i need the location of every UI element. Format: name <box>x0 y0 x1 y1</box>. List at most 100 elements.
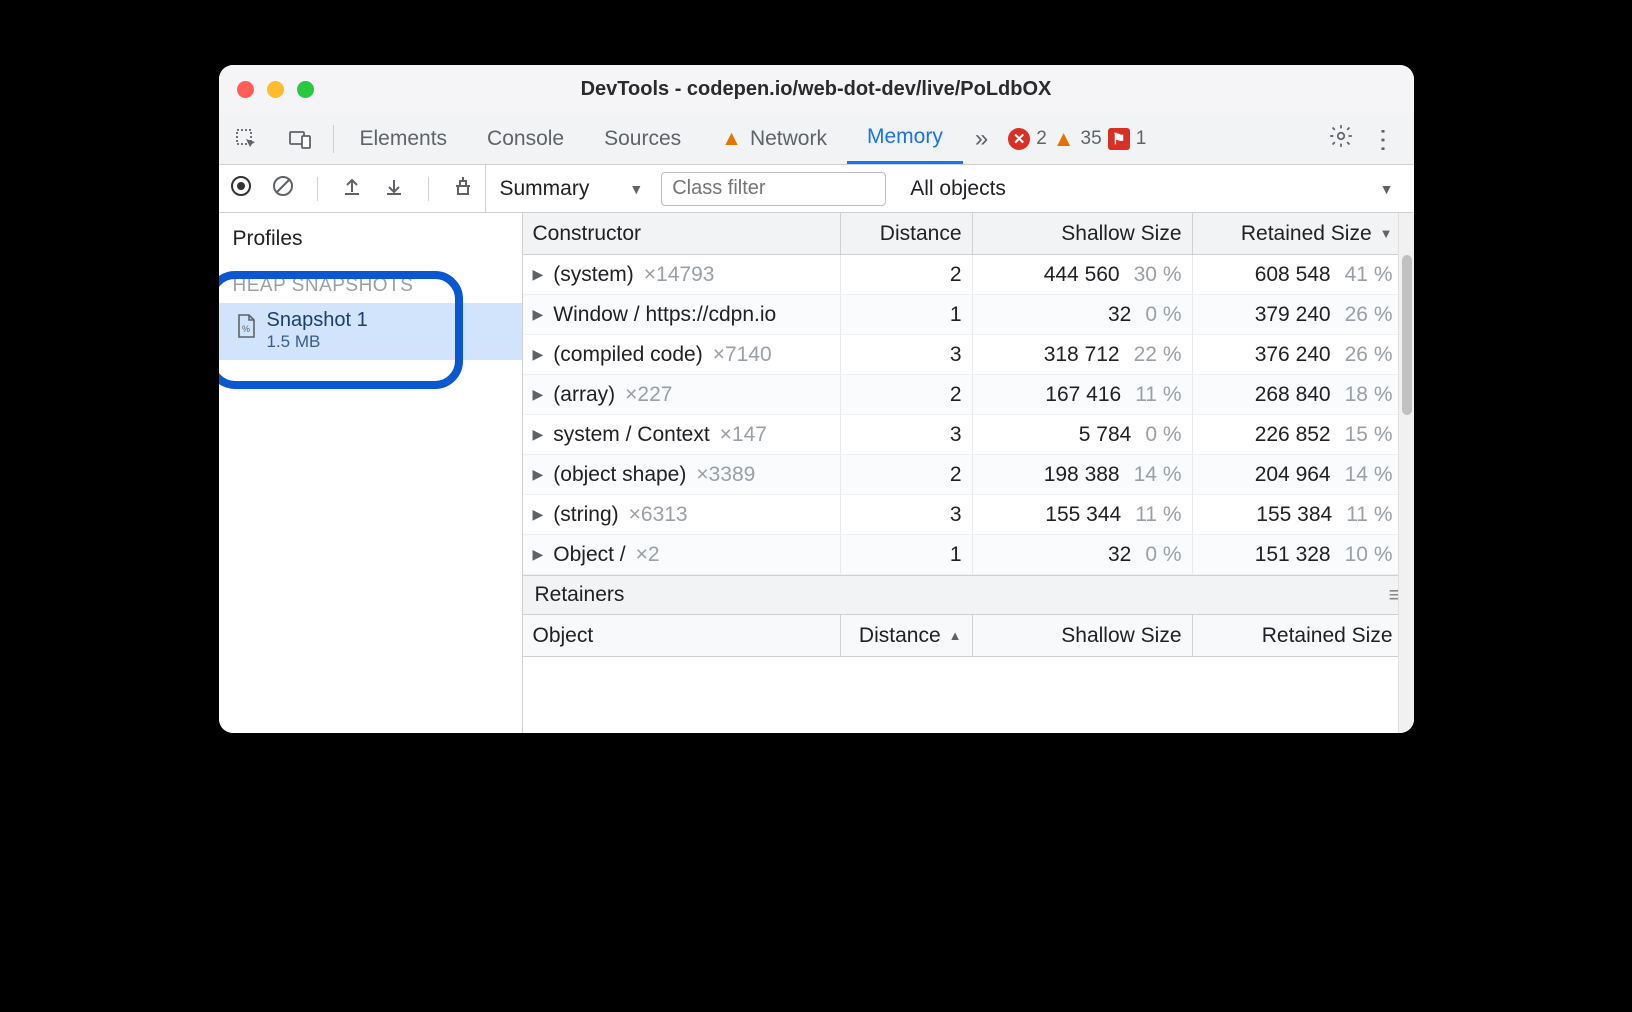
cell-retained: 155 38411 % <box>1193 495 1403 534</box>
more-tabs-button[interactable]: » <box>963 125 1000 153</box>
snapshot-file-icon: % <box>235 313 257 339</box>
table-row[interactable]: ▶(string) ×63133155 34411 %155 38411 % <box>523 495 1414 535</box>
scrollbar[interactable] <box>1398 213 1414 733</box>
snapshot-size: 1.5 MB <box>267 332 508 352</box>
disclosure-triangle-icon[interactable]: ▶ <box>533 266 544 283</box>
error-badge-icon[interactable]: ✕ <box>1008 128 1030 150</box>
constructor-name: (string) <box>553 503 618 527</box>
table-row[interactable]: ▶Object / ×21320 %151 32810 % <box>523 535 1414 575</box>
cell-distance: 1 <box>841 535 973 574</box>
col-retained-size[interactable]: Retained Size <box>1193 615 1403 656</box>
col-object[interactable]: Object <box>523 615 841 656</box>
cell-retained: 204 96414 % <box>1193 455 1403 494</box>
constructor-name: Object / <box>553 543 625 567</box>
dropdown-label: Summary <box>500 177 590 201</box>
inspect-element-icon[interactable] <box>219 113 273 164</box>
cell-shallow: 155 34411 % <box>973 495 1193 534</box>
tab-label: Sources <box>604 127 681 151</box>
warning-triangle-icon: ▲ <box>721 127 742 151</box>
disclosure-triangle-icon[interactable]: ▶ <box>533 466 544 483</box>
tab-memory[interactable]: Memory <box>847 113 963 164</box>
tab-network[interactable]: ▲ Network <box>701 113 847 164</box>
tab-console[interactable]: Console <box>467 113 584 164</box>
constructor-count: ×14793 <box>644 263 715 287</box>
disclosure-triangle-icon[interactable]: ▶ <box>533 386 544 403</box>
constructor-name: (system) <box>553 263 634 287</box>
status-badges: ✕ 2 ▲ 35 ⚑ 1 <box>1000 126 1154 152</box>
disclosure-triangle-icon[interactable]: ▶ <box>533 506 544 523</box>
retainers-label: Retainers <box>535 583 625 607</box>
minimize-window-button[interactable] <box>267 81 284 98</box>
col-constructor[interactable]: Constructor <box>523 213 841 254</box>
memory-body: Profiles HEAP SNAPSHOTS % Snapshot 1 1.5… <box>219 213 1414 733</box>
disclosure-triangle-icon[interactable]: ▶ <box>533 426 544 443</box>
chevron-down-icon[interactable]: ▼ <box>1380 181 1394 197</box>
col-distance[interactable]: Distance <box>841 213 973 254</box>
window-title: DevTools - codepen.io/web-dot-dev/live/P… <box>219 78 1414 101</box>
constructor-name: system / Context <box>553 423 709 447</box>
clear-icon[interactable] <box>271 174 295 203</box>
cell-constructor: ▶system / Context ×147 <box>523 415 841 454</box>
class-filter-input[interactable] <box>661 172 886 206</box>
memory-toolbar: Summary ▼ All objects ▼ <box>219 165 1414 213</box>
table-row[interactable]: ▶(system) ×147932444 56030 %608 54841 % <box>523 255 1414 295</box>
table-header: Constructor Distance Shallow Size Retain… <box>523 213 1414 255</box>
view-mode-dropdown[interactable]: Summary ▼ <box>500 177 644 201</box>
device-toolbar-icon[interactable] <box>273 113 327 164</box>
objects-filter-dropdown[interactable]: All objects <box>910 177 1006 201</box>
svg-text:%: % <box>242 324 250 334</box>
table-row[interactable]: ▶(compiled code) ×71403318 71222 %376 24… <box>523 335 1414 375</box>
record-icon[interactable] <box>229 174 253 203</box>
cell-retained: 379 24026 % <box>1193 295 1403 334</box>
cell-constructor: ▶(compiled code) ×7140 <box>523 335 841 374</box>
settings-icon[interactable] <box>1328 123 1354 155</box>
constructor-count: ×2 <box>636 543 660 567</box>
constructor-count: ×227 <box>625 383 672 407</box>
constructor-name: (object shape) <box>553 463 686 487</box>
heap-table: Constructor Distance Shallow Size Retain… <box>523 213 1414 733</box>
issues-count: 1 <box>1136 128 1147 150</box>
snapshot-item[interactable]: % Snapshot 1 1.5 MB <box>219 303 522 360</box>
traffic-lights <box>219 81 314 98</box>
error-count: 2 <box>1036 128 1047 150</box>
devtools-window: DevTools - codepen.io/web-dot-dev/live/P… <box>219 65 1414 733</box>
tab-sources[interactable]: Sources <box>584 113 701 164</box>
sort-asc-icon: ▲ <box>949 628 962 643</box>
table-row[interactable]: ▶system / Context ×14735 7840 %226 85215… <box>523 415 1414 455</box>
col-retained-size[interactable]: Retained Size▼ <box>1193 213 1403 254</box>
constructor-name: (compiled code) <box>553 343 702 367</box>
snapshot-name: Snapshot 1 <box>267 309 508 332</box>
warning-badge-icon[interactable]: ▲ <box>1053 126 1075 152</box>
cell-shallow: 320 % <box>973 295 1193 334</box>
cell-retained: 151 32810 % <box>1193 535 1403 574</box>
cell-constructor: ▶ Object / ×2 <box>523 535 841 574</box>
col-distance[interactable]: Distance▲ <box>841 615 973 656</box>
garbage-collect-icon[interactable] <box>451 174 475 203</box>
cell-retained: 268 84018 % <box>1193 375 1403 414</box>
profiles-sidebar: Profiles HEAP SNAPSHOTS % Snapshot 1 1.5… <box>219 213 523 733</box>
tab-label: Elements <box>360 127 448 151</box>
tab-label: Console <box>487 127 564 151</box>
retainers-bar[interactable]: Retainers ≡ <box>523 575 1414 615</box>
tab-elements[interactable]: Elements <box>340 113 468 164</box>
issues-badge-icon[interactable]: ⚑ <box>1108 128 1130 150</box>
tab-label: Memory <box>867 125 943 149</box>
table-row[interactable]: ▶Window / https://cdpn.io1320 %379 24026… <box>523 295 1414 335</box>
kebab-menu-icon[interactable]: ⋯ <box>1371 127 1397 151</box>
col-shallow-size[interactable]: Shallow Size <box>973 213 1193 254</box>
col-shallow-size[interactable]: Shallow Size <box>973 615 1193 656</box>
maximize-window-button[interactable] <box>297 81 314 98</box>
table-row[interactable]: ▶(array) ×2272167 41611 %268 84018 % <box>523 375 1414 415</box>
load-icon[interactable] <box>340 174 364 203</box>
table-row[interactable]: ▶(object shape) ×33892198 38814 %204 964… <box>523 455 1414 495</box>
devtools-tabs: Elements Console Sources ▲ Network Memor… <box>219 113 1414 165</box>
close-window-button[interactable] <box>237 81 254 98</box>
save-icon[interactable] <box>382 174 406 203</box>
tab-label: Network <box>750 127 827 151</box>
disclosure-triangle-icon[interactable]: ▶ <box>533 306 544 323</box>
disclosure-triangle-icon[interactable]: ▶ <box>533 546 544 563</box>
scrollbar-thumb[interactable] <box>1402 255 1412 415</box>
sort-desc-icon: ▼ <box>1380 226 1393 241</box>
disclosure-triangle-icon[interactable]: ▶ <box>533 346 544 363</box>
cell-constructor: ▶Window / https://cdpn.io <box>523 295 841 334</box>
